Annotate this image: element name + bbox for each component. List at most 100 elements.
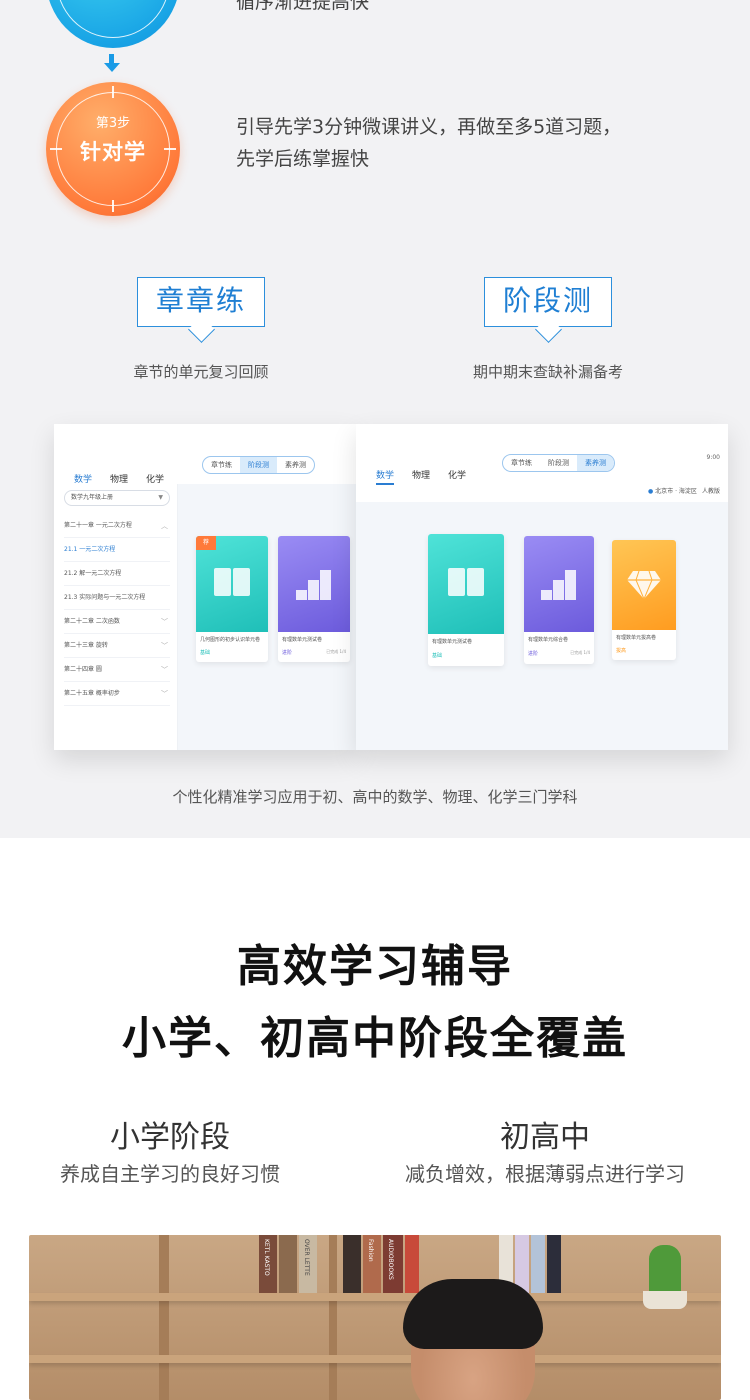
chevron-down-icon: ﹀ — [161, 618, 168, 626]
feature-section: 循序渐进提高快 第3步 针对学 引导先学3分钟微课讲义，再做至多5道习题， 先学… — [0, 0, 750, 838]
mode-tabs: 章节练 阶段测 素养测 — [502, 454, 615, 472]
cactus-plant — [649, 1245, 681, 1295]
subject-tab-chemistry[interactable]: 化学 — [448, 468, 466, 485]
tab-stage-test[interactable]: 阶段测 — [540, 455, 577, 471]
card-progress: 已完成 1/4 — [326, 649, 346, 654]
chapter-label: 第二十二章 二次函数 — [64, 618, 120, 625]
chapter-item[interactable]: 第二十二章 二次函数 ﹀ — [64, 610, 170, 634]
chevron-down-icon: ﹀ — [161, 666, 168, 674]
exam-card[interactable]: 有理数单元拔高卷 拔高 — [612, 540, 676, 660]
step3-desc-line2: 先学后练掌握快 — [236, 148, 370, 170]
student-hair — [403, 1279, 543, 1349]
tab-literacy-test[interactable]: 素养测 — [277, 457, 314, 473]
tablet-screenshot-right: 9:00 章节练 阶段测 素养测 数学 物理 化学 ● 北京市 · 海淀区 人教… — [356, 424, 728, 750]
chapter-item[interactable]: 21.1 一元二次方程 — [64, 538, 170, 562]
chapter-item[interactable]: 第二十五章 概率初步 ﹀ — [64, 682, 170, 706]
exam-card-area: 荐 几何图形的初步认识单元卷 基础 有理数单元测试卷 进阶 已完成 1/4 — [178, 484, 356, 750]
book-spine — [279, 1235, 297, 1293]
card-tag: 拔高 — [616, 648, 627, 654]
mode-tabs: 章节练 阶段测 素养测 — [202, 456, 315, 474]
ring-tick — [112, 86, 114, 98]
card-thumbnail — [278, 536, 350, 632]
card-progress: 已完成 1/4 — [570, 650, 590, 655]
chapter-label: 第二十五章 概率初步 — [64, 690, 120, 697]
card-title: 有理数单元拔高卷 — [616, 635, 657, 641]
subject-tab-math[interactable]: 数学 — [376, 468, 395, 485]
subject-tabs: 数学 物理 化学 — [376, 468, 466, 485]
location-pin-icon: ● — [648, 488, 654, 495]
step3-name: 针对学 — [80, 140, 146, 164]
student-photo: KETL KASTO OVER LETTE Fashion AUDIOBOOKS — [29, 1235, 721, 1400]
book-title: OVER LETTE — [303, 1239, 310, 1276]
chevron-down-icon: ﹀ — [161, 642, 168, 650]
card-tag: 基础 — [200, 650, 211, 656]
diamond-icon — [627, 571, 661, 599]
chapter-item[interactable]: 第二十一章 一元二次方程 ︿ — [64, 514, 170, 538]
stairs-icon — [541, 568, 577, 600]
exam-card[interactable]: 有理数单元测试卷 基础 — [428, 534, 504, 666]
feature-label-stage-test: 阶段测 — [484, 277, 612, 327]
card-thumbnail — [524, 536, 594, 632]
step3-description: 引导先学3分钟微课讲义，再做至多5道习题， 先学后练掌握快 — [236, 111, 621, 175]
tab-chapter-practice[interactable]: 章节练 — [203, 457, 240, 473]
status-bar-time: 9:00 — [706, 454, 720, 461]
card-thumbnail — [196, 536, 268, 632]
chapter-label: 21.3 实际问题与一元二次方程 — [64, 594, 146, 601]
chevron-up-icon: ︿ — [161, 522, 168, 530]
book-spine — [343, 1235, 361, 1293]
step1-ring — [56, 0, 170, 38]
book-title: KETL KASTO — [263, 1239, 270, 1276]
version-selector[interactable]: 人教版 — [702, 486, 720, 495]
chapter-item[interactable]: 第二十四章 圆 ﹀ — [64, 658, 170, 682]
shelf-divider — [159, 1235, 169, 1400]
feature-subtitle-stage-test: 期中期末查缺补漏备考 — [472, 363, 623, 381]
card-title: 有理数单元综合卷 — [528, 637, 569, 643]
chapter-sidebar: 数学九年级上册 第二十一章 一元二次方程 ︿ 21.1 一元二次方程 21.2 解… — [54, 484, 178, 750]
headline-line1: 高效学习辅导 — [237, 941, 513, 992]
subject-tab-physics[interactable]: 物理 — [412, 468, 430, 485]
book-title: Fashion — [367, 1239, 374, 1262]
card-tag: 基础 — [432, 653, 443, 659]
primary-stage-title: 小学阶段 — [110, 1120, 230, 1155]
book-icon — [448, 568, 484, 596]
exam-card[interactable]: 荐 几何图形的初步认识单元卷 基础 — [196, 536, 268, 662]
tab-literacy-test[interactable]: 素养测 — [577, 455, 614, 471]
grade-select[interactable]: 数学九年级上册 — [64, 490, 170, 506]
chapter-item[interactable]: 第二十三章 旋转 ﹀ — [64, 634, 170, 658]
tab-chapter-practice[interactable]: 章节练 — [503, 455, 540, 471]
subjects-caption: 个性化精准学习应用于初、高中的数学、物理、化学三门学科 — [172, 788, 578, 806]
book-title: AUDIOBOOKS — [387, 1239, 394, 1280]
book-spine — [547, 1235, 561, 1293]
tablet-screenshot-left: 章节练 阶段测 素养测 数学 物理 化学 数学九年级上册 第二十一章 一元二次方… — [54, 424, 356, 750]
chevron-down-icon: ﹀ — [161, 690, 168, 698]
card-title: 几何图形的初步认识单元卷 — [200, 637, 261, 643]
chapter-item[interactable]: 21.3 实际问题与一元二次方程 — [64, 586, 170, 610]
card-thumbnail — [612, 540, 676, 630]
chapter-item[interactable]: 21.2 解一元二次方程 — [64, 562, 170, 586]
arrow-down-icon — [104, 54, 120, 74]
tab-stage-test[interactable]: 阶段测 — [240, 457, 277, 473]
ring-tick — [112, 200, 114, 212]
chapter-label: 21.2 解一元二次方程 — [64, 570, 122, 577]
book-spine — [405, 1235, 419, 1293]
step3-desc-line1: 引导先学3分钟微课讲义，再做至多5道习题， — [236, 116, 622, 138]
chapter-label: 第二十一章 一元二次方程 — [64, 522, 132, 529]
primary-stage-subtitle: 养成自主学习的良好习惯 — [60, 1162, 280, 1186]
plant-pot — [643, 1291, 687, 1309]
exam-card[interactable]: 有理数单元测试卷 进阶 已完成 1/4 — [278, 536, 350, 662]
location-label: 北京市 · 海淀区 — [655, 488, 697, 495]
card-title: 有理数单元测试卷 — [282, 637, 323, 643]
step3-circle: 第3步 针对学 — [46, 82, 180, 216]
exam-card[interactable]: 有理数单元综合卷 进阶 已完成 1/4 — [524, 536, 594, 664]
card-tag: 进阶 — [282, 650, 293, 656]
chapter-label: 第二十四章 圆 — [64, 666, 102, 673]
card-thumbnail — [428, 534, 504, 634]
book-icon — [214, 568, 250, 596]
chapter-label: 21.1 一元二次方程 — [64, 546, 116, 553]
step1-circle — [46, 0, 180, 48]
location-selector[interactable]: ● 北京市 · 海淀区 — [648, 486, 697, 495]
feature-subtitle-chapter-practice: 章节的单元复习回顾 — [133, 363, 269, 381]
secondary-stage-title: 初高中 — [500, 1120, 590, 1155]
card-title: 有理数单元测试卷 — [432, 639, 473, 645]
headline-line2: 小学、初高中阶段全覆盖 — [122, 1013, 628, 1064]
